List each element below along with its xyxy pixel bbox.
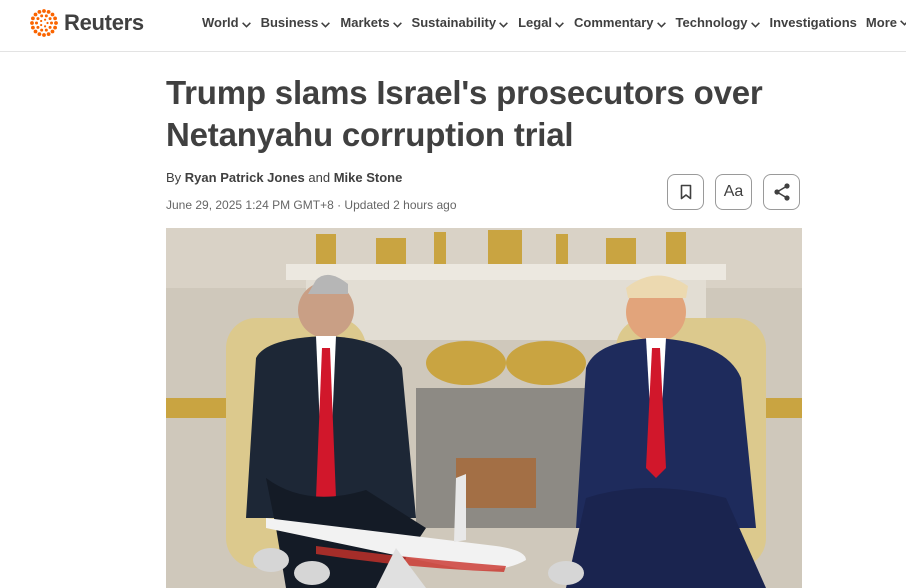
nav-label: Technology: [675, 15, 748, 30]
nav-item-more[interactable]: More: [866, 15, 906, 30]
chevron-down-icon: [750, 22, 760, 28]
nav-label: Sustainability: [411, 15, 497, 30]
logo-dot: [50, 29, 55, 34]
logo-dot: [44, 14, 48, 18]
site-logo[interactable]: Reuters: [30, 8, 144, 38]
nav-item-markets[interactable]: Markets: [340, 15, 402, 30]
logo-dot: [33, 12, 38, 17]
nav-label: Commentary: [574, 15, 654, 30]
logo-dot: [40, 19, 43, 23]
chevron-down-icon: [499, 22, 508, 28]
nav-label: Legal: [518, 15, 553, 30]
nav-item-sustainability[interactable]: Sustainability: [412, 15, 510, 30]
logo-dot: [44, 28, 48, 32]
article-actions: Aa: [667, 174, 800, 210]
chevron-down-icon: [900, 20, 906, 26]
author-link[interactable]: Ryan Patrick Jones: [185, 170, 305, 185]
nav-label: Investigations: [769, 15, 857, 30]
dateline: June 29, 2025 1:24 PM GMT+8 · Updated 2 …: [166, 198, 457, 212]
text-size-button[interactable]: Aa: [715, 174, 752, 210]
logo-dot: [48, 25, 52, 29]
nav-label: More: [865, 15, 897, 30]
logo-dot: [53, 25, 57, 30]
nav-item-business[interactable]: Business: [261, 15, 332, 30]
nav-item-investigations[interactable]: Investigations: [770, 15, 857, 30]
logo-dot: [43, 25, 47, 28]
chevron-down-icon: [656, 22, 666, 28]
bookmark-button[interactable]: [667, 174, 704, 210]
byline-conjunction: and: [308, 170, 331, 185]
logo-dot: [40, 14, 44, 18]
logo-dot: [33, 29, 38, 34]
logo-dot: [37, 10, 42, 14]
logo-dot: [37, 32, 42, 36]
nav-item-legal[interactable]: Legal: [518, 15, 565, 30]
share-icon: [773, 183, 790, 201]
chevron-down-icon: [555, 22, 564, 28]
logo-dot: [50, 12, 55, 17]
byline: By Ryan Patrick Jones and Mike Stone: [166, 170, 402, 185]
logo-dot: [53, 16, 57, 21]
nav-label: Markets: [340, 15, 390, 30]
author-link[interactable]: Mike Stone: [334, 170, 403, 185]
logo-dot: [48, 17, 52, 21]
logo-dot: [46, 10, 51, 14]
bookmark-icon: [680, 184, 691, 200]
byline-prefix: By: [166, 170, 182, 185]
logo-dot: [35, 21, 38, 25]
logo-dot: [43, 18, 47, 21]
text-size-label: Aa: [723, 183, 744, 200]
logo-dot: [31, 25, 35, 30]
lead-photo[interactable]: [166, 228, 802, 588]
nav-label: Business: [260, 15, 319, 30]
main-nav: World Business Markets Sustainability Le…: [202, 15, 906, 30]
logo-dot: [30, 21, 34, 25]
logo-dot: [42, 9, 46, 13]
logo-dot: [50, 21, 53, 25]
logo-dot: [40, 23, 43, 27]
share-button[interactable]: [763, 174, 800, 210]
logo-dot: [46, 21, 49, 25]
chevron-down-icon: [392, 22, 402, 28]
logo-dot: [42, 33, 46, 37]
logo-dot: [40, 28, 44, 32]
nav-label: World: [202, 15, 239, 30]
logo-dot: [54, 21, 58, 25]
logo-dot: [46, 32, 51, 36]
logo-dot: [31, 16, 35, 21]
lead-photo-image: [166, 228, 802, 588]
logo-dot: [36, 17, 40, 21]
nav-item-world[interactable]: World: [202, 15, 252, 30]
logo-text: Reuters: [64, 10, 144, 35]
reuters-logo-icon: [30, 9, 58, 37]
chevron-down-icon: [321, 22, 331, 28]
nav-item-technology[interactable]: Technology: [676, 15, 761, 30]
chevron-down-icon: [241, 22, 251, 28]
logo-dot: [36, 25, 40, 29]
nav-item-commentary[interactable]: Commentary: [574, 15, 666, 30]
site-header: Reuters World Business Markets Sustainab…: [0, 0, 906, 52]
article-headline: Trump slams Israel's prosecutors over Ne…: [166, 74, 763, 153]
